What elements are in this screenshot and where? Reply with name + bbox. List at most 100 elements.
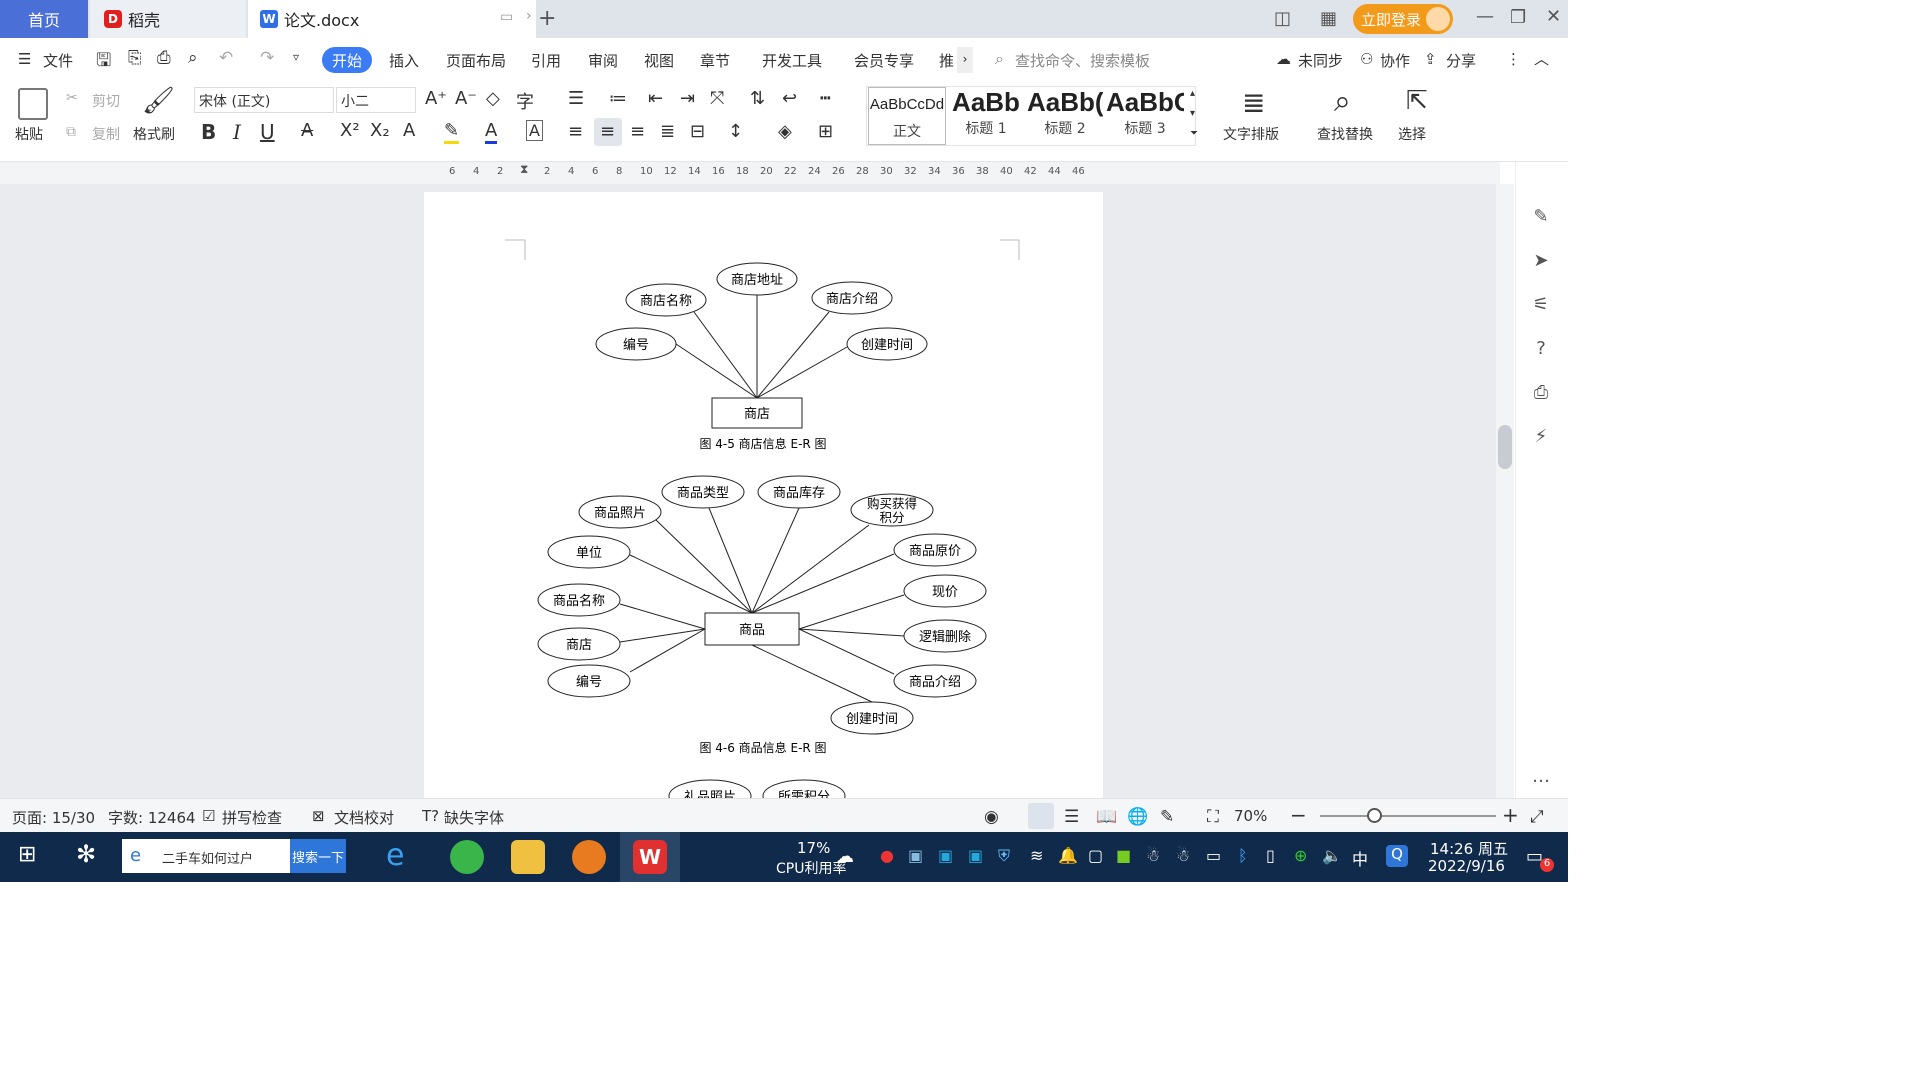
print-preview-icon[interactable]: ⌕: [188, 48, 198, 68]
collapse-ribbon-icon[interactable]: ︿: [1534, 48, 1549, 69]
menu-item[interactable]: 推: [939, 50, 954, 71]
menu-item[interactable]: 审阅: [588, 50, 618, 71]
menu-file[interactable]: 文件: [43, 50, 73, 71]
zoom-level[interactable]: 70%: [1234, 807, 1267, 825]
windows-start-icon[interactable]: ⊞: [18, 842, 36, 867]
font-size-select[interactable]: 小二: [336, 87, 416, 113]
horizontal-ruler[interactable]: [0, 162, 1500, 184]
wifi-icon[interactable]: ≋: [1030, 846, 1043, 865]
collaborate-button[interactable]: 协作: [1380, 50, 1410, 71]
paste-icon[interactable]: [18, 88, 48, 120]
italic-icon[interactable]: I: [233, 120, 241, 144]
menu-item[interactable]: 视图: [644, 50, 674, 71]
underline-icon[interactable]: U: [260, 120, 275, 144]
page-count[interactable]: 页面: 15/30: [12, 807, 95, 828]
fullscreen-icon[interactable]: ⤢: [1530, 807, 1544, 827]
quick-access-dropdown-icon[interactable]: ▿: [293, 50, 299, 64]
bullet-list-icon[interactable]: ☰: [568, 88, 584, 109]
monitor-icon[interactable]: ▭: [500, 9, 513, 25]
paste-button[interactable]: 粘贴: [15, 124, 43, 144]
apps-grid-icon[interactable]: ▦: [1320, 8, 1337, 29]
hamburger-icon[interactable]: ☰: [18, 50, 31, 68]
style-1[interactable]: AaBb 标题 1: [948, 87, 1024, 145]
read-view-icon[interactable]: 📖: [1096, 807, 1117, 827]
menu-item[interactable]: 章节: [700, 50, 730, 71]
page-view-icon[interactable]: [1028, 803, 1054, 829]
decrease-indent-icon[interactable]: ⇤: [648, 88, 663, 109]
zoom-slider-thumb[interactable]: [1367, 808, 1382, 823]
write-view-icon[interactable]: ✎: [1160, 807, 1174, 827]
tray-plus-icon[interactable]: ⊕: [1294, 846, 1307, 865]
tray-app-icon-3[interactable]: ▣: [938, 846, 953, 865]
login-button[interactable]: 立即登录: [1353, 4, 1453, 34]
justify-icon[interactable]: ≣: [660, 121, 675, 142]
print-icon[interactable]: ⎙: [157, 48, 171, 68]
cut-button[interactable]: 剪切: [92, 91, 120, 111]
new-tab-icon[interactable]: +: [538, 6, 556, 31]
input-method[interactable]: 中: [1352, 846, 1368, 870]
line-spacing-icon[interactable]: ↕: [728, 121, 743, 142]
menu-start[interactable]: 开始: [322, 47, 372, 73]
font-name-select[interactable]: 宋体 (正文): [194, 87, 334, 113]
taskbar-search-button[interactable]: 搜索一下: [290, 839, 346, 873]
browser-360-icon[interactable]: [450, 840, 484, 874]
shading-icon[interactable]: ◈: [778, 121, 792, 142]
copy-button[interactable]: 复制: [92, 124, 120, 144]
export-icon[interactable]: ⎘: [128, 48, 142, 68]
numbered-list-icon[interactable]: ≔: [609, 88, 627, 109]
taskbar-search-input[interactable]: 二手车如何过户: [122, 839, 290, 873]
zoom-in-icon[interactable]: +: [1502, 803, 1519, 827]
pen-icon[interactable]: ✎: [1530, 206, 1552, 228]
fit-page-icon[interactable]: ⛶: [1207, 807, 1219, 827]
font-color-icon[interactable]: A: [485, 120, 498, 144]
tab-close-icon[interactable]: ›: [526, 8, 532, 24]
word-count[interactable]: 字数: 12464: [108, 807, 196, 828]
style-expand-icon[interactable]: ⏷: [1190, 128, 1198, 139]
usb-icon[interactable]: ▯: [1266, 846, 1275, 865]
highlight-icon[interactable]: ✎: [444, 120, 460, 144]
app-fan-icon[interactable]: ✻: [76, 840, 96, 868]
tray-app-icon-2[interactable]: ▣: [908, 846, 923, 865]
tab-daoke[interactable]: D 稻壳: [90, 0, 246, 38]
align-left-icon[interactable]: ≡: [568, 121, 583, 142]
format-painter-button[interactable]: 格式刷: [133, 124, 175, 144]
char-border-icon[interactable]: A: [526, 120, 543, 141]
align-right-icon[interactable]: ≡: [630, 121, 645, 142]
superscript-icon[interactable]: X²: [340, 120, 360, 141]
more-tools-icon[interactable]: …: [1530, 766, 1552, 788]
pointer-icon[interactable]: ➤: [1530, 250, 1552, 272]
menu-item[interactable]: 引用: [531, 50, 561, 71]
subscript-icon[interactable]: X₂: [370, 120, 390, 141]
spell-check-button[interactable]: 拼写检查: [222, 807, 282, 828]
style-2[interactable]: AaBb(标题 2: [1027, 87, 1103, 145]
doc-proof-button[interactable]: 文档校对: [334, 807, 394, 828]
show-marks-icon[interactable]: ↩: [782, 88, 797, 109]
style-3[interactable]: AaBbC 标题 3: [1106, 87, 1184, 145]
weather-cloud-icon[interactable]: ☁: [836, 846, 854, 867]
command-search-input[interactable]: 查找命令、搜索模板: [1015, 50, 1150, 71]
menu-item[interactable]: 开发工具: [762, 50, 822, 71]
nvidia-icon[interactable]: ■: [1116, 846, 1131, 865]
tray-app-icon-4[interactable]: ▣: [968, 846, 983, 865]
notification-bell-icon[interactable]: 🔔: [1058, 846, 1078, 865]
help-icon[interactable]: ?: [1530, 338, 1552, 360]
tips-icon[interactable]: ⚡: [1530, 426, 1552, 448]
minimize-icon[interactable]: —: [1476, 6, 1494, 27]
style-scroll-down-icon[interactable]: ▾: [1190, 108, 1195, 119]
bold-icon[interactable]: B: [201, 120, 216, 144]
menu-more-chevron-icon[interactable]: ›: [957, 47, 973, 73]
qq-icon-2[interactable]: ☃: [1176, 846, 1190, 865]
clock-date[interactable]: 2022/9/16: [1428, 857, 1505, 875]
style-0[interactable]: AaBbCcDd 正文: [868, 87, 946, 145]
style-scroll-up-icon[interactable]: ▴: [1190, 88, 1195, 99]
grow-font-icon[interactable]: A⁺: [425, 88, 447, 109]
internet-explorer-icon[interactable]: e: [386, 838, 404, 873]
bluetooth-icon[interactable]: ᛒ: [1238, 846, 1248, 865]
search-q-icon[interactable]: Q: [1386, 845, 1408, 867]
chinese-layout-icon[interactable]: ⤧: [710, 88, 724, 109]
menu-item[interactable]: 页面布局: [446, 50, 506, 71]
sync-status[interactable]: 未同步: [1298, 50, 1343, 71]
phonetic-guide-icon[interactable]: 字: [516, 88, 534, 114]
more-options-icon[interactable]: ⋮: [1506, 50, 1521, 68]
menu-item[interactable]: 插入: [389, 50, 419, 71]
